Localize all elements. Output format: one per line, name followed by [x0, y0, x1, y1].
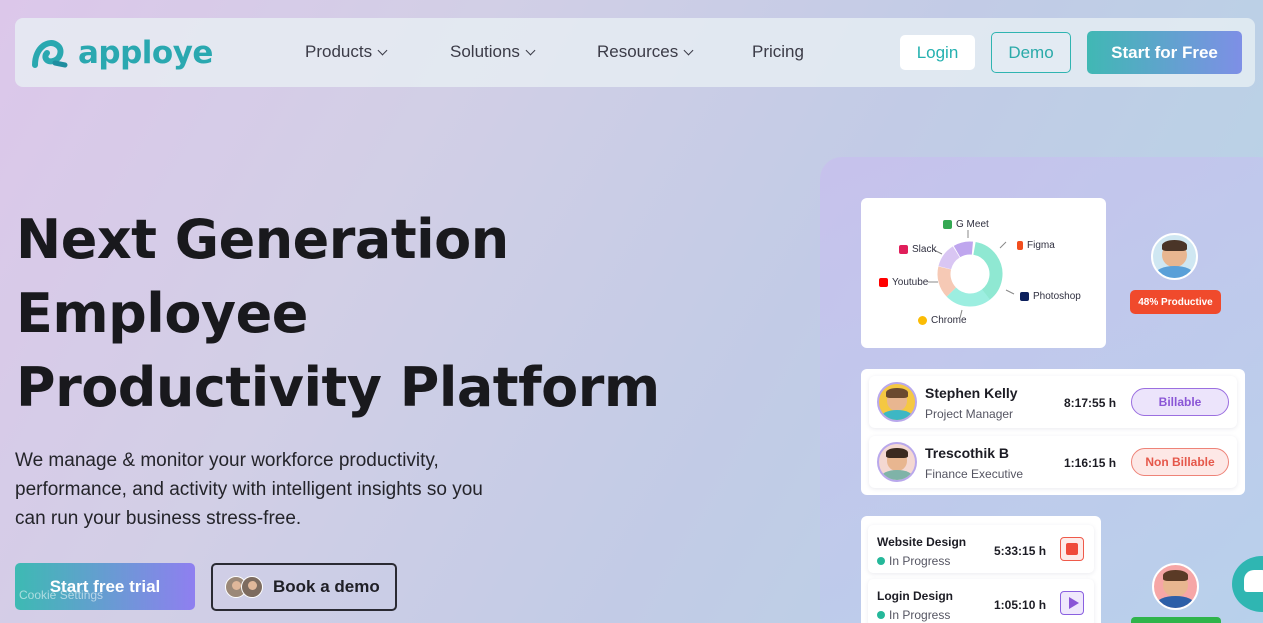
- employee-list-card: Stephen Kelly Project Manager 8:17:55 h …: [861, 369, 1245, 495]
- app-chrome: Chrome: [918, 315, 967, 326]
- login-button[interactable]: Login: [900, 35, 975, 70]
- nav-resources-label: Resources: [597, 42, 679, 61]
- employee-name: Trescothik B: [925, 445, 1010, 461]
- avatar: [877, 382, 917, 422]
- app-gmeet: G Meet: [943, 219, 989, 230]
- chevron-down-icon: [525, 45, 536, 55]
- hero-subtitle-line-2: performance, and activity with intellige…: [15, 479, 483, 500]
- app-label: Chrome: [931, 315, 967, 326]
- hero-title-line-2: Employee: [16, 282, 308, 345]
- avatar: [877, 442, 917, 482]
- hero-subtitle-line-3: can run your business stress-free.: [15, 508, 302, 529]
- cookie-settings-link[interactable]: Cookie Settings: [19, 588, 103, 602]
- book-demo-button[interactable]: Book a demo: [211, 563, 397, 611]
- nav-resources[interactable]: Resources: [597, 42, 694, 62]
- app-figma: Figma: [1017, 240, 1055, 251]
- task-list-card: Website Design In Progress 5:33:15 h Log…: [861, 516, 1101, 623]
- nav-products[interactable]: Products: [305, 42, 388, 62]
- employee-role: Project Manager: [925, 407, 1014, 421]
- photoshop-icon: [1020, 292, 1029, 301]
- nav-solutions-label: Solutions: [450, 42, 520, 61]
- app-youtube: Youtube: [879, 277, 928, 288]
- team-avatars: [225, 576, 263, 598]
- nav-products-label: Products: [305, 42, 373, 61]
- book-demo-label: Book a demo: [273, 577, 380, 596]
- demo-button[interactable]: Demo: [991, 32, 1071, 73]
- app-label: G Meet: [956, 219, 989, 230]
- list-item: Login Design In Progress 1:05:10 h: [868, 579, 1094, 623]
- nav-pricing-label: Pricing: [752, 42, 804, 61]
- hero-subtitle-line-1: We manage & monitor your workforce produ…: [15, 450, 439, 471]
- status-badge: [1131, 617, 1221, 623]
- employee-role: Finance Executive: [925, 467, 1024, 481]
- hero-title-line-1: Next Generation: [16, 208, 509, 271]
- non-billable-badge: Non Billable: [1131, 448, 1229, 476]
- chevron-down-icon: [377, 45, 388, 55]
- employee-time: 1:16:15 h: [1064, 456, 1117, 470]
- task-status: In Progress: [877, 554, 950, 568]
- avatar: [1151, 233, 1198, 280]
- employee-time: 8:17:55 h: [1064, 396, 1117, 410]
- start-free-trial-button[interactable]: Start free trial: [15, 563, 195, 610]
- stop-icon: [1060, 537, 1084, 561]
- task-time: 5:33:15 h: [994, 544, 1047, 558]
- hero-subtitle: We manage & monitor your workforce produ…: [15, 446, 535, 533]
- chrome-icon: [918, 316, 927, 325]
- app-slack: Slack: [899, 244, 936, 255]
- chat-icon: [1244, 570, 1263, 592]
- slack-icon: [899, 245, 908, 254]
- task-time: 1:05:10 h: [994, 598, 1047, 612]
- nav-pricing[interactable]: Pricing: [752, 42, 804, 62]
- hero-title-line-3: Productivity Platform: [16, 356, 660, 419]
- avatar: [1152, 563, 1199, 610]
- chevron-down-icon: [683, 45, 694, 55]
- task-status-label: In Progress: [889, 608, 951, 622]
- brand-logo[interactable]: apploye: [31, 35, 213, 71]
- status-dot-icon: [877, 611, 885, 619]
- task-status-label: In Progress: [889, 554, 951, 568]
- gmeet-icon: [943, 220, 952, 229]
- task-name: Website Design: [877, 535, 967, 549]
- status-dot-icon: [877, 557, 885, 565]
- play-icon: [1060, 591, 1084, 615]
- list-item: Website Design In Progress 5:33:15 h: [868, 525, 1094, 573]
- start-for-free-button[interactable]: Start for Free: [1087, 31, 1242, 74]
- list-item: Stephen Kelly Project Manager 8:17:55 h …: [869, 376, 1237, 428]
- youtube-icon: [879, 278, 888, 287]
- brand-name: apploye: [78, 35, 213, 71]
- productivity-badge: 48% Productive: [1130, 290, 1221, 314]
- billable-badge: Billable: [1131, 388, 1229, 416]
- app-label: Youtube: [892, 277, 929, 288]
- app-photoshop: Photoshop: [1020, 291, 1081, 302]
- app-label: Figma: [1027, 240, 1055, 251]
- task-status: In Progress: [877, 608, 950, 622]
- top-navbar: apploye Products Solutions Resources Pri…: [15, 18, 1255, 87]
- apploye-logo-icon: [32, 40, 68, 68]
- avatar: [241, 576, 263, 598]
- hero-title: Next Generation Employee Productivity Pl…: [16, 203, 660, 425]
- employee-name: Stephen Kelly: [925, 385, 1018, 401]
- app-usage-card: G Meet Figma Slack Youtube Photoshop Chr…: [861, 198, 1106, 348]
- app-label: Slack: [912, 244, 937, 255]
- figma-icon: [1017, 241, 1023, 250]
- app-label: Photoshop: [1033, 291, 1081, 302]
- list-item: Trescothik B Finance Executive 1:16:15 h…: [869, 436, 1237, 488]
- task-name: Login Design: [877, 589, 953, 603]
- nav-solutions[interactable]: Solutions: [450, 42, 536, 62]
